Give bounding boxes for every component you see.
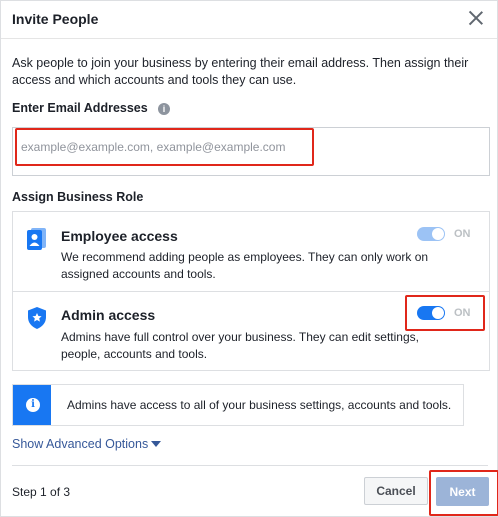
show-advanced-options-link[interactable]: Show Advanced Options (12, 437, 162, 451)
dialog-description: Ask people to join your business by ente… (12, 56, 469, 87)
admin-access-description: Admins have full control over your busin… (61, 330, 419, 361)
cancel-button[interactable]: Cancel (364, 477, 428, 505)
employee-access-title: Employee access (61, 228, 178, 244)
next-button[interactable]: Next (436, 477, 489, 506)
admin-access-title: Admin access (61, 307, 156, 323)
close-icon[interactable] (467, 9, 485, 27)
advanced-options-label: Show Advanced Options (12, 437, 149, 451)
dialog-header: Invite People (1, 1, 497, 39)
admin-notice: i Admins have access to all of your busi… (12, 384, 464, 426)
admin-shield-icon (28, 307, 46, 329)
role-option-employee[interactable]: Employee access We recommend adding peop… (13, 212, 489, 292)
role-label: Assign Business Role (12, 190, 144, 204)
role-list: Employee access We recommend adding peop… (12, 211, 490, 371)
notice-bar: i (13, 385, 51, 425)
role-option-admin[interactable]: Admin access Admins have full control ov… (13, 292, 489, 370)
employee-access-description: We recommend adding people as employees.… (61, 250, 429, 281)
info-icon: i (26, 398, 40, 412)
admin-access-toggle[interactable] (417, 306, 445, 320)
invite-people-dialog: Invite People Ask people to join your bu… (0, 0, 498, 517)
notice-text: Admins have access to all of your busine… (67, 398, 452, 412)
employee-access-toggle[interactable] (417, 227, 445, 241)
employee-access-toggle-state: ON (454, 228, 471, 240)
footer-divider (12, 465, 488, 466)
info-icon[interactable]: i (158, 103, 170, 115)
email-input[interactable] (19, 136, 313, 158)
dialog-title: Invite People (12, 11, 99, 27)
step-indicator: Step 1 of 3 (12, 485, 71, 499)
caret-down-icon (151, 441, 162, 447)
email-label: Enter Email Addresses (12, 101, 148, 115)
admin-access-toggle-state: ON (454, 307, 471, 319)
employee-badge-icon (27, 228, 46, 250)
